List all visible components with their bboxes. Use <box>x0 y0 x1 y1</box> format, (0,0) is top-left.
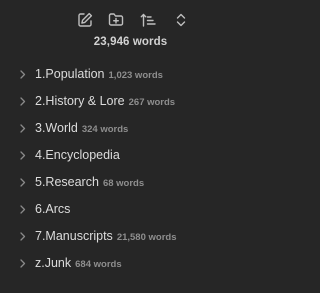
folder-word-count: 1,023 words <box>108 70 163 81</box>
folder-label: 3.World 324 words <box>35 121 129 135</box>
new-note-button[interactable] <box>74 9 96 31</box>
folder-label: 5.Research 68 words <box>35 175 145 189</box>
sort-button[interactable] <box>137 9 159 31</box>
chevron-right-icon <box>20 205 26 214</box>
total-word-count: 23,946 words <box>93 36 168 48</box>
chevron-right-icon <box>20 232 26 241</box>
pencil-square-icon <box>78 12 93 27</box>
folder-item-history-lore[interactable]: 2.History & Lore 267 words <box>0 88 261 115</box>
folder-plus-icon <box>108 13 124 26</box>
folder-item-research[interactable]: 5.Research 68 words <box>0 169 261 196</box>
chevron-right-icon <box>20 151 26 160</box>
new-folder-button[interactable] <box>105 9 127 31</box>
folder-item-arcs[interactable]: 6.Arcs <box>0 196 261 223</box>
chevron-right-icon <box>20 97 26 106</box>
folder-item-encyclopedia[interactable]: 4.Encyclopedia <box>0 142 261 169</box>
folder-item-world[interactable]: 3.World 324 words <box>0 115 261 142</box>
chevrons-up-down-icon <box>176 13 186 27</box>
folder-word-count: 324 words <box>81 124 129 135</box>
folder-item-population[interactable]: 1.Population 1,023 words <box>0 61 261 88</box>
folder-label: 2.History & Lore 267 words <box>35 94 176 108</box>
folder-word-count: 68 words <box>102 178 145 189</box>
folder-word-count: 21,580 words <box>116 232 177 243</box>
chevron-right-icon <box>20 259 26 268</box>
folder-item-junk[interactable]: z.Junk 684 words <box>0 250 261 277</box>
folder-label: 7.Manuscripts 21,580 words <box>35 229 177 243</box>
collapse-expand-button[interactable] <box>170 9 192 31</box>
folder-label: 1.Population 1,023 words <box>35 67 163 81</box>
chevron-right-icon <box>20 124 26 133</box>
folder-label: z.Junk 684 words <box>35 256 122 270</box>
folder-label: 6.Arcs <box>35 202 71 216</box>
chevron-right-icon <box>20 70 26 79</box>
file-explorer-toolbar <box>0 9 261 31</box>
folder-item-manuscripts[interactable]: 7.Manuscripts 21,580 words <box>0 223 261 250</box>
folder-word-count: 267 words <box>128 97 176 108</box>
chevron-right-icon <box>20 178 26 187</box>
sort-ascending-icon <box>140 13 156 27</box>
folder-label: 4.Encyclopedia <box>35 148 120 162</box>
folder-word-count: 684 words <box>75 259 122 270</box>
